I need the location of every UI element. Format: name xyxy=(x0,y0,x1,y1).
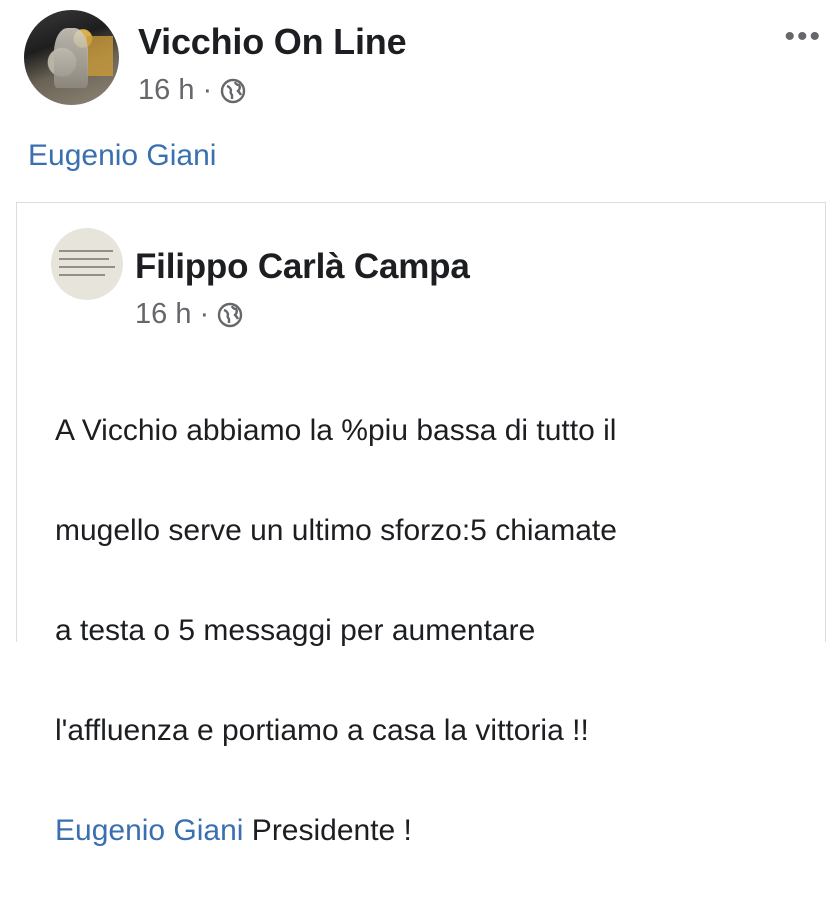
post-text-suffix: Presidente ! xyxy=(243,814,412,847)
post-text-line: mugello serve un ultimo sforzo:5 chiamat… xyxy=(55,514,617,547)
meta-separator: · xyxy=(202,74,213,106)
shared-post-time[interactable]: 16 h xyxy=(135,298,191,331)
page-avatar[interactable] xyxy=(24,10,119,105)
globe-icon xyxy=(217,302,243,328)
avatar-statue-shape xyxy=(54,28,88,88)
shared-author-avatar[interactable] xyxy=(51,228,123,300)
shared-author-name[interactable]: Filippo Carlà Campa xyxy=(135,247,470,287)
shared-post-meta: 16 h · xyxy=(135,298,243,331)
globe-icon xyxy=(220,78,246,104)
avatar-building-shape xyxy=(87,36,113,76)
shared-mention-link[interactable]: Eugenio Giani xyxy=(55,814,243,847)
post-text-line: a testa o 5 messaggi per aumentare xyxy=(55,614,536,647)
post-meta: 16 h · xyxy=(138,74,246,107)
post-time[interactable]: 16 h xyxy=(138,74,194,107)
page-name[interactable]: Vicchio On Line xyxy=(138,21,407,63)
post-text-line: A Vicchio abbiamo la %piu bassa di tutto… xyxy=(55,414,617,447)
shared-post-card[interactable]: Filippo Carlà Campa 16 h · A Vicchio abb… xyxy=(16,202,826,847)
mention-link[interactable]: Eugenio Giani xyxy=(28,139,216,173)
more-options-icon[interactable]: ••• xyxy=(784,22,822,52)
shared-meta-separator: · xyxy=(199,298,210,330)
post-text-last-line: Eugenio Giani Presidente ! xyxy=(55,806,815,856)
shared-post-text: A Vicchio abbiamo la %piu bassa di tutto… xyxy=(55,356,815,906)
post-text-line: l'affluenza e portiamo a casa la vittori… xyxy=(55,714,589,747)
